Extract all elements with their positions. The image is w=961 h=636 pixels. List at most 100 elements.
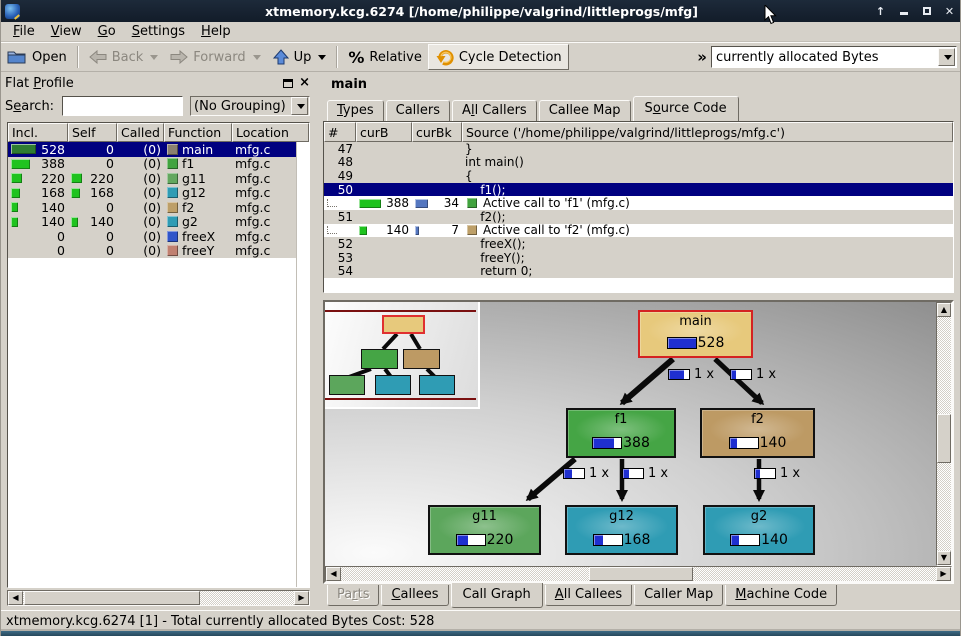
tab-all-callees[interactable]: All Callees: [545, 585, 632, 606]
back-button[interactable]: Back: [83, 44, 165, 70]
table-row-g12[interactable]: 168 168 (0) g12 mfg.c: [8, 186, 296, 201]
tab-callee-map[interactable]: Callee Map: [539, 100, 631, 121]
menu-go[interactable]: Go: [90, 23, 124, 40]
source-line[interactable]: 54 return 0;: [324, 264, 953, 278]
menu-settings[interactable]: Settings: [124, 23, 193, 40]
tab-callees[interactable]: Callees: [381, 585, 448, 606]
flat-profile-hscrollbar[interactable]: ◀ ▶: [7, 590, 310, 606]
column-header-incl[interactable]: Incl.: [8, 123, 68, 142]
source-line[interactable]: 52 freeX();: [324, 237, 953, 251]
source-line[interactable]: 53 freeY();: [324, 251, 953, 265]
source-body: 47} 48int main() 49{ 50 f1(); 388 34 Act…: [324, 142, 953, 292]
source-line[interactable]: 51 f2();: [324, 210, 953, 224]
scroll-up-button[interactable]: ▲: [937, 303, 951, 317]
combobox-arrow-button[interactable]: [938, 48, 955, 66]
tab-caller-map[interactable]: Caller Map: [634, 585, 723, 606]
column-header-function[interactable]: Function: [164, 123, 232, 142]
grouping-combobox[interactable]: (No Grouping): [190, 96, 310, 116]
self-bar: [71, 188, 80, 198]
column-header-source[interactable]: Source ('/home/philippe/valgrind/littlep…: [462, 122, 953, 142]
flat-profile-body: 528 0 (0) main mfg.c 388 0 (0) f1 mfg.c …: [8, 142, 309, 587]
tab-callers[interactable]: Callers: [386, 100, 450, 121]
graph-node-g11[interactable]: g11 220: [428, 505, 541, 555]
tab-types[interactable]: Types: [327, 100, 384, 121]
flat-profile-dock-header[interactable]: Flat Profile ×: [5, 74, 310, 92]
graph-hscrollbar[interactable]: ◀ ▶: [325, 566, 952, 582]
toolbar-overflow-chevron[interactable]: »: [693, 48, 711, 66]
call-graph-canvas[interactable]: 1 x 1 x 1 x 1 x 1 x main 528 f1 388 f2 1…: [325, 302, 936, 566]
table-row-f2[interactable]: 140 0 (0) f2 mfg.c: [8, 200, 296, 215]
source-line[interactable]: 47}: [324, 142, 953, 156]
graph-node-f2[interactable]: f2 140: [700, 408, 815, 458]
search-input-wrap: [62, 96, 183, 116]
graph-node-main[interactable]: main 528: [638, 310, 753, 358]
scroll-left-button[interactable]: ◀: [326, 567, 341, 581]
title-bar[interactable]: xtmemory.kcg.6274 [/home/philippe/valgri…: [1, 0, 961, 22]
dock-close-icon[interactable]: ×: [299, 78, 310, 88]
scroll-thumb[interactable]: [24, 591, 200, 605]
table-row-main[interactable]: 528 0 (0) main mfg.c: [8, 142, 296, 157]
menu-view[interactable]: View: [43, 23, 90, 40]
search-label: Search:: [5, 99, 54, 114]
grouping-arrow-button[interactable]: [291, 97, 308, 115]
graph-node-g12[interactable]: g12 168: [565, 505, 678, 555]
tab-all-callers[interactable]: All Callers: [452, 100, 537, 121]
column-header-curBk[interactable]: curBk: [412, 122, 462, 142]
menu-file[interactable]: File: [5, 23, 43, 40]
event-type-combobox[interactable]: currently allocated Bytes: [711, 46, 957, 68]
window-bottom-border: [1, 631, 961, 636]
column-header-called[interactable]: Called: [117, 123, 164, 142]
graph-vscrollbar[interactable]: ▲ ▼: [936, 302, 952, 566]
column-header-location[interactable]: Location: [232, 123, 309, 142]
up-button[interactable]: Up: [267, 44, 333, 70]
cycle-detection-icon: [435, 49, 454, 66]
graph-overview-minimap[interactable]: [325, 302, 480, 409]
source-call-line-f2[interactable]: 140 7 Active call to 'f2' (mfg.c): [324, 224, 953, 238]
tab-call-graph[interactable]: Call Graph: [451, 583, 543, 608]
cycle-detection-toggle-button[interactable]: Cycle Detection: [428, 44, 569, 70]
graph-node-g2[interactable]: g2 140: [703, 505, 815, 555]
graph-node-f1[interactable]: f1 388: [566, 408, 676, 458]
table-row-f1[interactable]: 388 0 (0) f1 mfg.c: [8, 157, 296, 172]
table-row-freeY[interactable]: 0 0 (0) freeY mfg.c: [8, 244, 296, 259]
tab-machine-code[interactable]: Machine Code: [725, 585, 837, 606]
scroll-thumb[interactable]: [589, 567, 693, 581]
dock-float-icon[interactable]: [283, 79, 293, 88]
table-row-g2[interactable]: 140 140 (0) g2 mfg.c: [8, 215, 296, 230]
scroll-right-button[interactable]: ▶: [936, 567, 951, 581]
close-button[interactable]: ✕: [941, 3, 958, 20]
maximize-button[interactable]: [918, 3, 935, 20]
function-color-swatch: [167, 231, 178, 242]
tab-source-code[interactable]: Source Code: [633, 96, 739, 121]
vertical-scrollbar-track[interactable]: [296, 142, 309, 587]
forward-button[interactable]: Forward: [164, 44, 266, 70]
flat-profile-header: Incl. Self Called Function Location: [8, 123, 309, 142]
source-call-line-f1[interactable]: 388 34 Active call to 'f1' (mfg.c): [324, 196, 953, 210]
table-row-freeX[interactable]: 0 0 (0) freeX mfg.c: [8, 229, 296, 244]
scroll-thumb[interactable]: [937, 414, 951, 463]
tab-parts: Parts: [327, 585, 379, 606]
search-input[interactable]: [63, 97, 182, 115]
relative-toggle-button[interactable]: % Relative: [342, 44, 427, 70]
panel-splitter[interactable]: [312, 74, 323, 608]
source-line[interactable]: 48int main(): [324, 156, 953, 170]
column-header-line[interactable]: #: [324, 122, 356, 142]
open-button[interactable]: Open: [1, 44, 73, 70]
column-header-self[interactable]: Self: [68, 123, 117, 142]
table-row-g11[interactable]: 220 220 (0) g11 mfg.c: [8, 171, 296, 186]
menu-help[interactable]: Help: [193, 23, 239, 40]
scroll-right-button[interactable]: ▶: [294, 591, 309, 605]
scroll-left-button[interactable]: ◀: [8, 591, 23, 605]
back-dropdown-caret: [150, 55, 158, 60]
up-arrow-icon: [273, 49, 289, 65]
shade-button[interactable]: ↑: [872, 3, 889, 20]
source-line[interactable]: 49{: [324, 169, 953, 183]
incl-bar: [11, 217, 18, 227]
scroll-down-button[interactable]: ▼: [937, 551, 951, 565]
status-text: xtmemory.kcg.6274 [1] - Total currently …: [6, 614, 434, 629]
source-line-selected[interactable]: 50 f1();: [324, 183, 953, 197]
column-header-curB[interactable]: curB: [356, 122, 412, 142]
minimize-button[interactable]: [895, 3, 912, 20]
chevron-down-icon: [297, 104, 305, 109]
edge-cost-bar: [730, 369, 752, 380]
